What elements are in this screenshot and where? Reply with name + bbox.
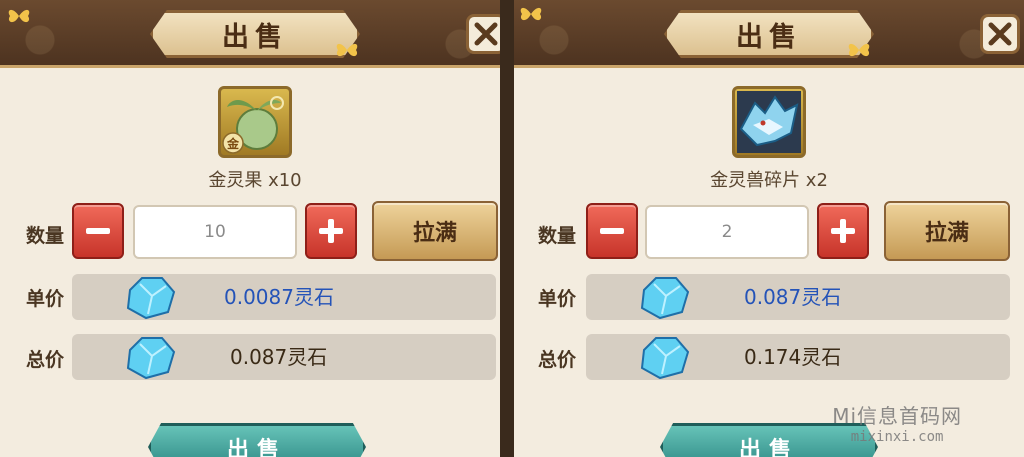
minus-icon (86, 228, 110, 234)
minus-icon (600, 228, 624, 234)
watermark-url: mixinxi.com (850, 429, 944, 445)
watermark-title: Mi信息首码网 (832, 404, 962, 428)
item-badge: 金 (226, 137, 239, 151)
quantity-label: 数量 (26, 225, 65, 247)
unit-price-value: 0.087灵石 (744, 285, 842, 309)
close-icon (988, 22, 1012, 46)
dialog-header: 出售 (514, 0, 1024, 68)
golden-spirit-beast-fragment-icon (737, 91, 801, 153)
unit-price-label: 单价 (538, 288, 577, 310)
title-plate: 出售 (150, 10, 360, 58)
quantity-input[interactable] (133, 205, 297, 259)
increase-button[interactable] (817, 203, 869, 259)
item-icon-card[interactable] (732, 86, 806, 158)
plus-icon (319, 219, 343, 243)
decrease-button[interactable] (72, 203, 124, 259)
title-plate: 出售 (664, 10, 874, 58)
fill-max-button[interactable]: 拉满 (884, 201, 1010, 261)
sell-button[interactable]: 出售 (148, 423, 366, 457)
increase-button[interactable] (305, 203, 357, 259)
spirit-stone-icon (126, 337, 176, 380)
butterfly-icon (848, 43, 870, 57)
plus-icon (831, 219, 855, 243)
dialog-header: 出售 (0, 0, 500, 68)
close-button[interactable] (466, 14, 500, 54)
unit-price-value: 0.0087灵石 (224, 285, 334, 309)
quantity-label: 数量 (538, 225, 577, 247)
panel-divider (500, 0, 514, 457)
total-price-value: 0.174灵石 (744, 345, 842, 369)
item-name: 金灵果 x10 (208, 170, 302, 191)
fill-max-label: 拉满 (412, 221, 457, 246)
spirit-stone-icon (640, 277, 690, 320)
fill-max-label: 拉满 (924, 221, 969, 246)
sell-dialog-2: 出售 金灵兽碎片 x2 数量 拉满 单价 (514, 0, 1024, 457)
butterfly-icon (8, 9, 30, 23)
total-price-label: 总价 (538, 349, 577, 371)
close-icon (474, 22, 498, 46)
butterfly-icon (336, 43, 358, 57)
total-price-label: 总价 (26, 349, 65, 371)
fill-max-button[interactable]: 拉满 (372, 201, 498, 261)
spirit-stone-icon (640, 337, 690, 380)
dialog-title: 出售 (222, 21, 288, 53)
butterfly-icon (520, 7, 542, 21)
total-price-value: 0.087灵石 (230, 345, 328, 369)
quantity-input[interactable] (645, 205, 809, 259)
close-button[interactable] (980, 14, 1020, 54)
item-name: 金灵兽碎片 x2 (710, 170, 828, 191)
decrease-button[interactable] (586, 203, 638, 259)
unit-price-label: 单价 (26, 288, 65, 310)
dialog-title: 出售 (736, 21, 802, 53)
sell-label: 出售 (226, 438, 287, 457)
item-icon-card[interactable]: 金 (218, 86, 292, 158)
sell-dialog-1: 出售 金 金灵果 x10 数量 拉满 (0, 0, 500, 457)
sell-label: 出售 (738, 438, 799, 457)
watermark: Mi信息首码网 mixinxi.com (832, 400, 962, 445)
spirit-stone-icon (126, 277, 176, 320)
